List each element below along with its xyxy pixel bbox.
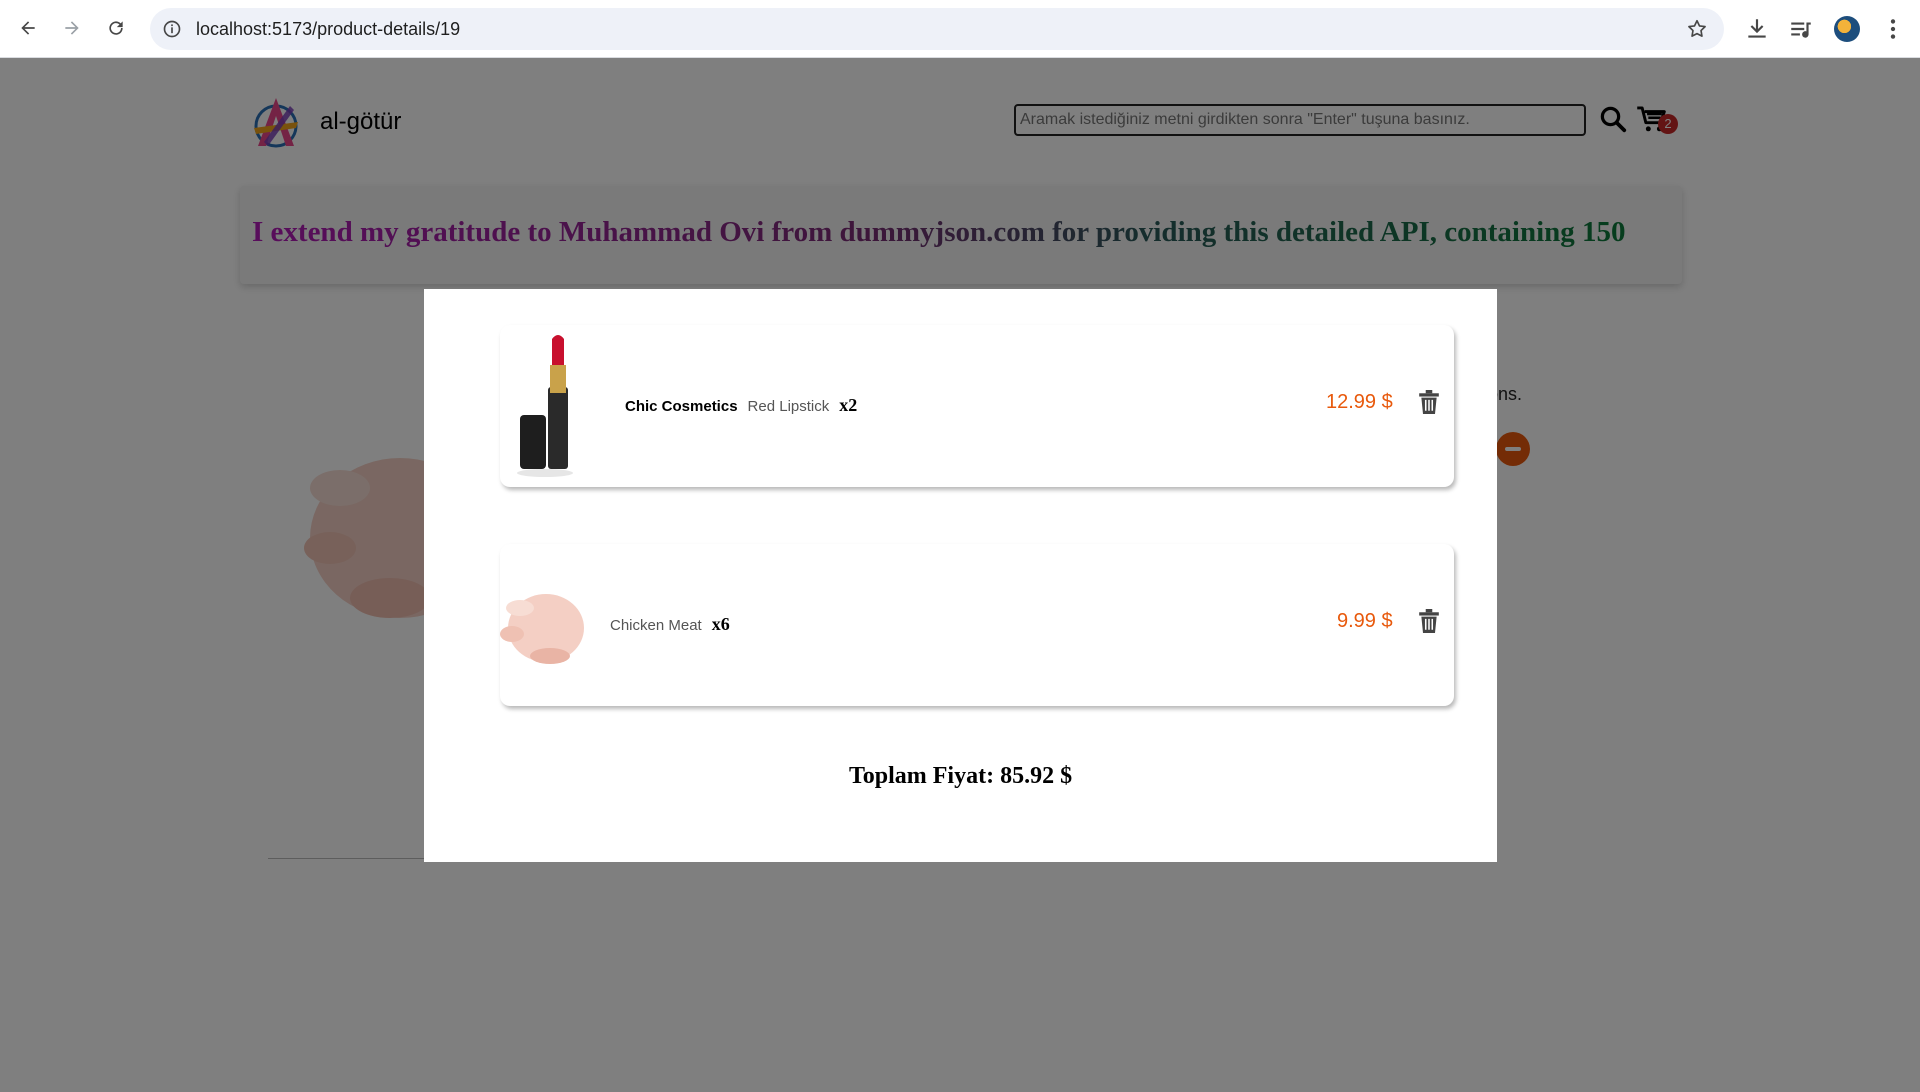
back-icon[interactable] (12, 12, 44, 44)
cart-item-details: Chicken Meat x6 (610, 614, 730, 635)
cart-item: Chicken Meat x6 9.99 $ (500, 544, 1454, 706)
site-info-icon[interactable] (162, 19, 182, 39)
cart-item-quantity: x2 (839, 395, 858, 415)
trash-icon[interactable] (1418, 390, 1440, 414)
cart-item-price: 12.99 $ (1326, 391, 1393, 413)
address-bar[interactable]: localhost:5173/product-details/19 (150, 8, 1724, 50)
trash-icon[interactable] (1418, 609, 1440, 633)
download-icon[interactable] (1744, 16, 1770, 42)
chicken-image (500, 594, 584, 664)
forward-icon[interactable] (56, 12, 88, 44)
url-text: localhost:5173/product-details/19 (196, 19, 461, 39)
cart-total-price: Toplam Fiyat: 85.92 $ (848, 763, 1073, 789)
cart-item-title: Red Lipstick (747, 398, 830, 415)
cart-item-brand: Chic Cosmetics (625, 398, 738, 415)
media-queue-icon[interactable] (1788, 16, 1814, 42)
cart-item-details: Chic Cosmetics Red Lipstick x2 (625, 395, 857, 416)
lipstick-image (517, 335, 573, 477)
cart-item-quantity: x6 (711, 614, 730, 634)
bookmark-star-icon[interactable] (1686, 18, 1708, 40)
menu-dots-icon[interactable] (1880, 16, 1906, 42)
browser-toolbar: localhost:5173/product-details/19 (0, 0, 1920, 58)
reload-icon[interactable] (100, 12, 132, 44)
cart-item-price: 9.99 $ (1337, 610, 1393, 632)
profile-avatar[interactable] (1834, 16, 1860, 42)
cart-item: Chic Cosmetics Red Lipstick x2 12.99 $ (500, 325, 1454, 487)
cart-modal: Chic Cosmetics Red Lipstick x2 12.99 $ C… (424, 289, 1497, 862)
cart-item-title: Chicken Meat (610, 617, 702, 634)
